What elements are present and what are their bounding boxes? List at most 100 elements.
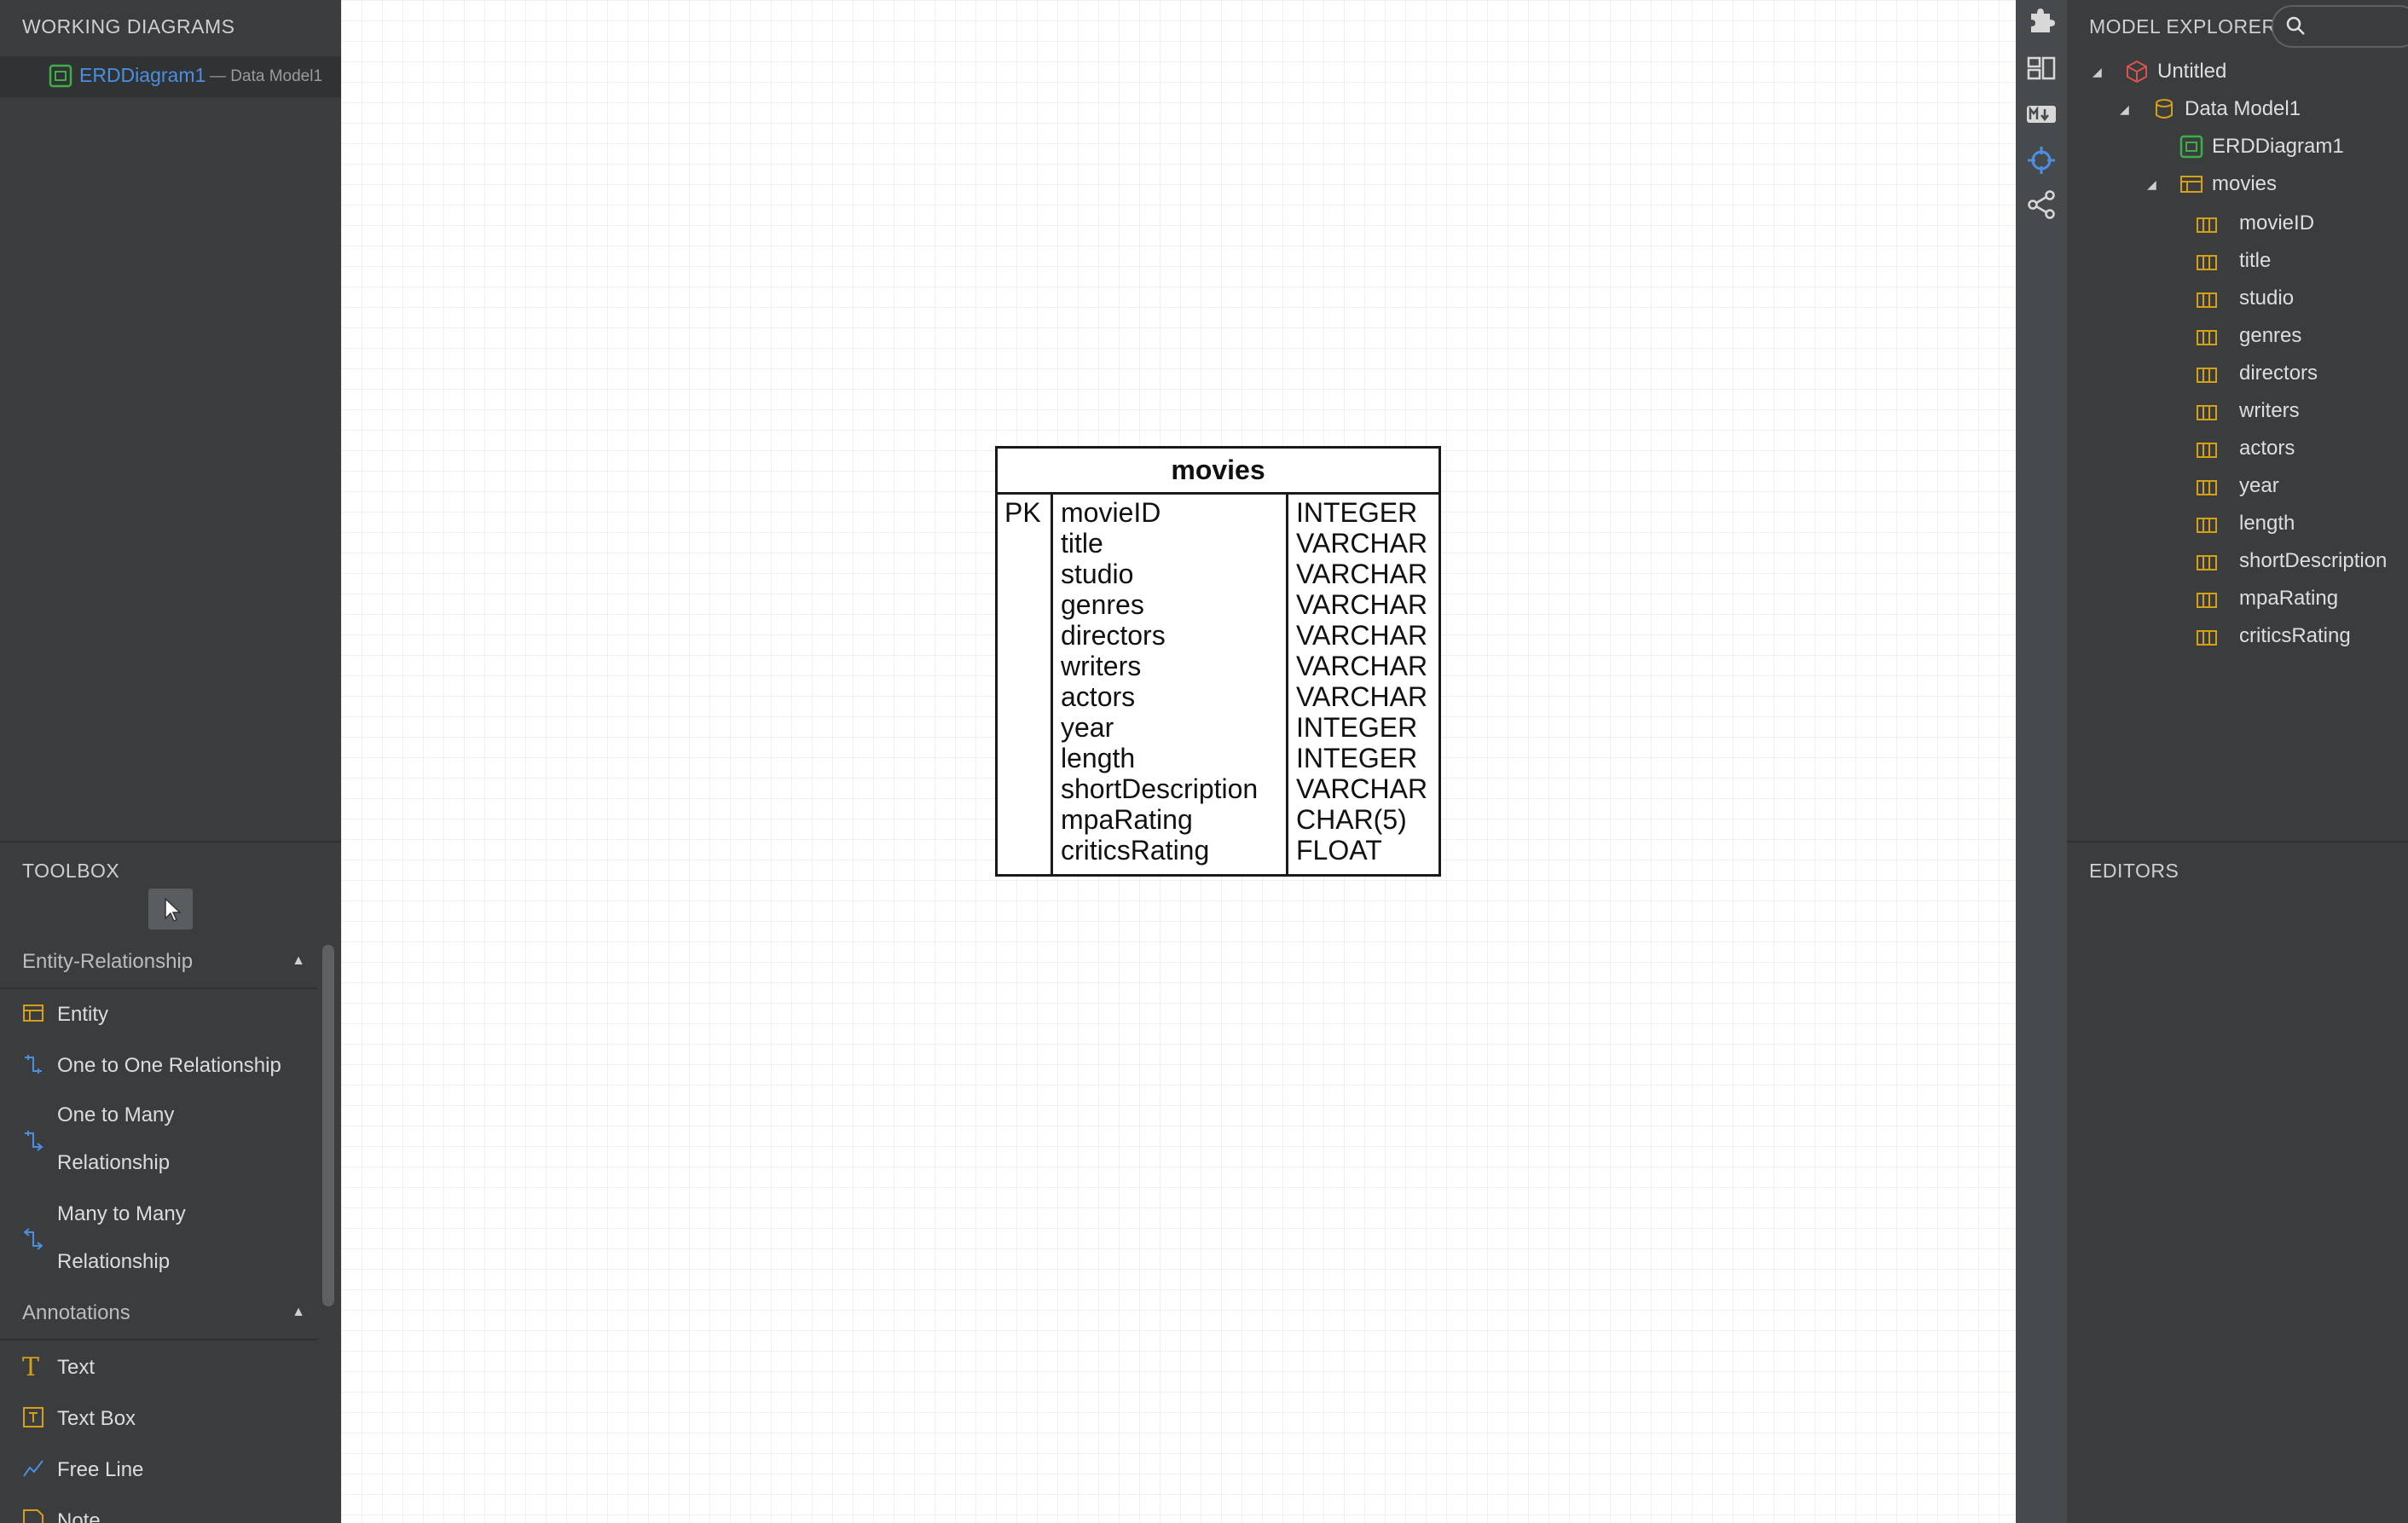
project-icon [2125,60,2149,88]
tree-item-column[interactable]: shortDescription [2067,547,2408,585]
group-label: Entity-Relationship [22,950,194,973]
tool-free-line[interactable]: Free Line [0,1445,317,1496]
tool-label: Text [57,1356,96,1379]
puzzle-icon[interactable] [2026,5,2057,36]
tree-item-column[interactable]: directors [2067,360,2408,397]
group-annotations[interactable]: Annotations ▲ [0,1289,317,1341]
entity-column-name[interactable]: title [1053,528,1286,559]
tree-column-label: length [2239,512,2295,535]
one-to-many-relationship-icon [22,1129,44,1155]
toolbox-list: Entity-Relationship ▲ Entity One to One … [0,938,317,1523]
pointer-tool-button[interactable] [148,889,193,929]
tree-column-label: genres [2239,324,2302,347]
left-sidebar: WORKING DIAGRAMS ERDDiagram1 — Data Mode… [0,0,341,1523]
entity-column-type[interactable]: CHAR(5) [1288,804,1438,835]
column-icon [2195,438,2219,466]
entity-column-name[interactable]: writers [1053,651,1286,681]
column-icon [2195,401,2219,429]
working-diagram-model: — Data Model1 [210,67,323,85]
tree-item-column[interactable]: actors [2067,435,2408,472]
many-to-many-relationship-icon [22,1228,44,1254]
entity-column-type[interactable]: INTEGER [1288,743,1438,773]
tree-column-label: directors [2239,362,2318,385]
entity-icon [2179,172,2203,200]
diagram-icon [2179,135,2203,163]
tool-entity[interactable]: Entity [0,989,317,1040]
entity-column-type[interactable]: INTEGER [1288,712,1438,743]
tree-item-column[interactable]: mpaRating [2067,585,2408,623]
tool-note[interactable]: Note [0,1496,317,1523]
entity-column-name[interactable]: directors [1053,620,1286,651]
entity-column-type[interactable]: VARCHAR [1288,620,1438,651]
group-entity-relationship[interactable]: Entity-Relationship ▲ [0,938,317,989]
entity-column-name[interactable]: shortDescription [1053,773,1286,804]
tree-expand-arrow-icon[interactable]: ◢ [2147,177,2156,192]
tree-item-table[interactable]: movies [2212,172,2277,196]
tree-item-column[interactable]: movieID [2067,210,2408,247]
model-explorer-title: MODEL EXPLORER [2089,15,2277,38]
tree-expand-arrow-icon[interactable]: ◢ [2120,102,2129,117]
tree-item-project[interactable]: Untitled [2157,60,2226,84]
search-icon [2286,16,2305,35]
markdown-icon[interactable] [2026,99,2057,130]
entity-column-type[interactable]: INTEGER [1288,497,1438,528]
cursor-icon [165,897,182,923]
entity-type-column: INTEGER VARCHAR VARCHAR VARCHAR VARCHAR VARCH… [1288,495,1438,874]
entity-column-name[interactable]: actors [1053,681,1286,712]
explorer-search-field[interactable] [2272,5,2408,48]
collapse-caret-icon[interactable]: ▲ [292,953,305,969]
entity-name-column: movieID title studio genres directors writers… [1053,495,1288,874]
tree-expand-arrow-icon[interactable]: ◢ [2093,65,2102,79]
tree-column-label: title [2239,249,2272,272]
entity-column-type[interactable]: VARCHAR [1288,773,1438,804]
entity-column-name[interactable]: studio [1053,559,1286,589]
entity-column-type[interactable]: VARCHAR [1288,681,1438,712]
working-diagram-item[interactable]: ERDDiagram1 — Data Model1 [0,56,341,97]
entity-column-type[interactable]: VARCHAR [1288,528,1438,559]
entity-column-name[interactable]: movieID [1053,497,1286,528]
divider [2067,841,2408,843]
tree-item-column[interactable]: studio [2067,285,2408,322]
tree-item-diagram[interactable]: ERDDiagram1 [2212,135,2344,159]
tree-item-column[interactable]: criticsRating [2067,623,2408,660]
tree-item-column[interactable]: writers [2067,397,2408,435]
entity-column-type[interactable]: FLOAT [1288,835,1438,866]
layout-icon[interactable] [2026,53,2057,84]
entity-column-name[interactable]: genres [1053,589,1286,620]
entity-column-name[interactable]: criticsRating [1053,835,1286,866]
tree-item-column[interactable]: title [2067,247,2408,285]
column-icon [2195,251,2219,279]
entity-column-type[interactable]: VARCHAR [1288,559,1438,589]
entity-movies[interactable]: movies PK movieID title studio genres direct… [995,446,1441,877]
column-icon [2195,588,2219,617]
toolbox-title: TOOLBOX [22,860,120,882]
column-icon [2195,513,2219,541]
entity-column-name[interactable]: mpaRating [1053,804,1286,835]
tree-item-data-model[interactable]: Data Model1 [2185,97,2301,121]
entity-column-type[interactable]: VARCHAR [1288,589,1438,620]
tool-many-to-many[interactable]: Many to Many Relationship [0,1190,317,1289]
toolbox-scrollbar-thumb[interactable] [322,945,334,1306]
tool-one-to-one[interactable]: One to One Relationship [0,1040,317,1092]
tool-label: Text Box [57,1407,136,1430]
diagram-canvas[interactable]: movies PK movieID title studio genres direct… [341,0,2336,1523]
entity-column-type[interactable]: VARCHAR [1288,651,1438,681]
tree-column-label: shortDescription [2239,549,2388,572]
crosshair-icon[interactable] [2026,145,2057,176]
tool-text[interactable]: T Text [0,1342,317,1393]
entity-key-column: PK [998,495,1053,874]
right-sidebar: MODEL EXPLORER ◢ Untitled ◢ Data Model1 … [2067,0,2408,1523]
share-icon[interactable] [2026,189,2057,220]
tool-text-box[interactable]: Text Box [0,1393,317,1445]
text-box-icon [22,1406,44,1433]
tree-item-column[interactable]: genres [2067,322,2408,360]
entity-column-name[interactable]: length [1053,743,1286,773]
tool-one-to-many[interactable]: One to Many Relationship [0,1092,317,1190]
divider [0,841,341,843]
entity-column-name[interactable]: year [1053,712,1286,743]
tree-item-column[interactable]: year [2067,472,2408,510]
tool-label: Free Line [57,1458,144,1481]
working-diagram-name: ERDDiagram1 [79,64,206,86]
collapse-caret-icon[interactable]: ▲ [292,1305,305,1320]
tree-item-column[interactable]: length [2067,510,2408,547]
